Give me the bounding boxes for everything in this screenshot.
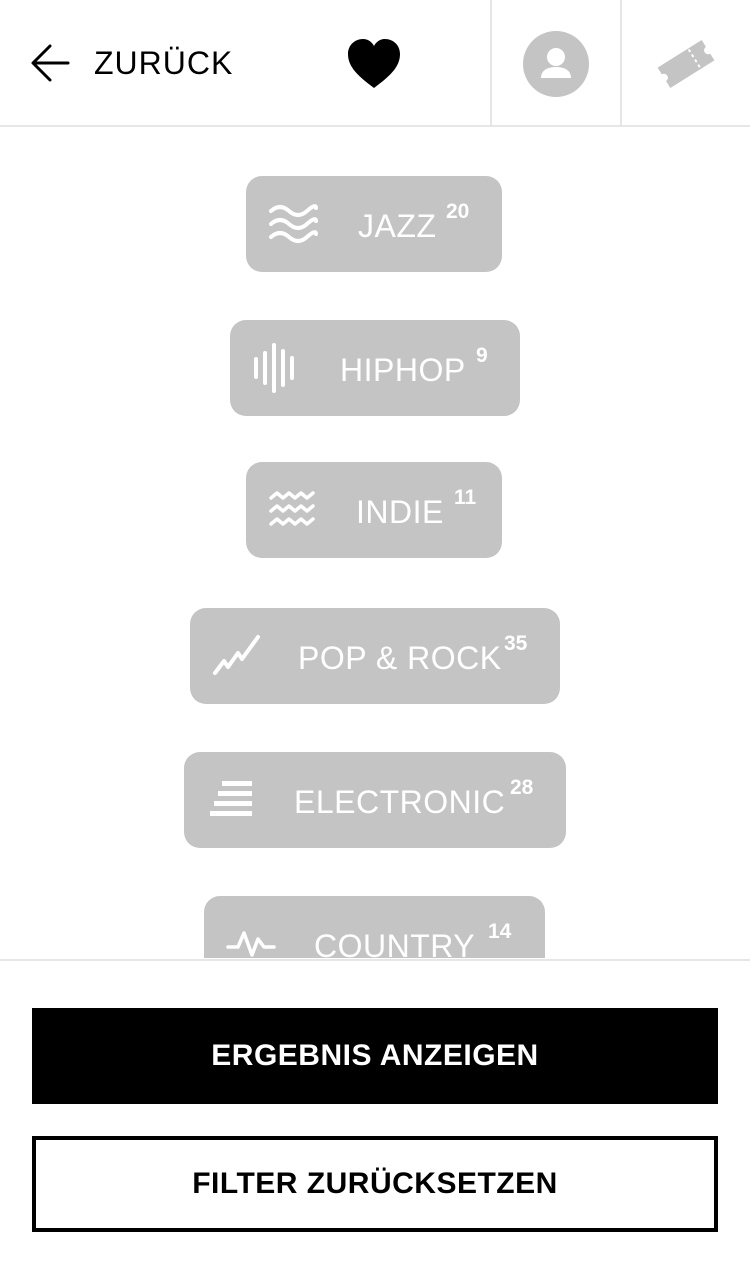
zigzag-waves-icon [269, 491, 315, 526]
genre-chip-country[interactable]: COUNTRY 14 [204, 896, 545, 958]
genre-list: JAZZ 20 HIPHOP 9 INDIE 11 POP & ROCK 35 [0, 128, 750, 958]
genre-label: HIPHOP [340, 352, 466, 388]
header-divider [490, 0, 492, 126]
genre-label: POP & ROCK [298, 640, 502, 676]
header-divider [620, 0, 622, 126]
ticket-icon[interactable] [656, 36, 716, 92]
heart-icon[interactable] [346, 38, 402, 90]
genre-count: 9 [476, 344, 488, 367]
footer-divider [0, 959, 750, 961]
genre-label: COUNTRY [314, 928, 476, 958]
genre-chip-jazz[interactable]: JAZZ 20 [246, 176, 502, 272]
genre-count: 28 [510, 776, 534, 799]
soundwave-icon [254, 343, 294, 393]
pulse-icon [226, 931, 276, 957]
show-results-button[interactable]: ERGEBNIS ANZEIGEN [32, 1008, 718, 1104]
genre-chip-pop-rock[interactable]: POP & ROCK 35 [190, 608, 560, 704]
genre-chip-hiphop[interactable]: HIPHOP 9 [230, 320, 520, 416]
stacked-lines-icon [210, 781, 252, 816]
genre-count: 35 [504, 632, 528, 655]
back-label: ZURÜCK [94, 44, 234, 81]
reset-filters-button[interactable]: FILTER ZURÜCKSETZEN [32, 1136, 718, 1232]
genre-chip-indie[interactable]: INDIE 11 [246, 462, 502, 558]
genre-count: 11 [454, 486, 477, 509]
genre-label: JAZZ [358, 208, 437, 244]
genre-count: 14 [488, 920, 512, 943]
trend-line-icon [213, 635, 260, 675]
genre-count: 20 [446, 200, 470, 223]
genre-label: ELECTRONIC [294, 784, 506, 820]
user-icon [541, 48, 571, 78]
genre-label: INDIE [356, 494, 444, 530]
waves-icon [269, 204, 318, 243]
back-button[interactable]: ZURÜCK [28, 38, 233, 88]
top-bar: ZURÜCK [0, 0, 750, 127]
genre-chip-electronic[interactable]: ELECTRONIC 28 [184, 752, 566, 848]
arrow-left-icon [31, 44, 70, 82]
account-button[interactable] [523, 31, 589, 97]
